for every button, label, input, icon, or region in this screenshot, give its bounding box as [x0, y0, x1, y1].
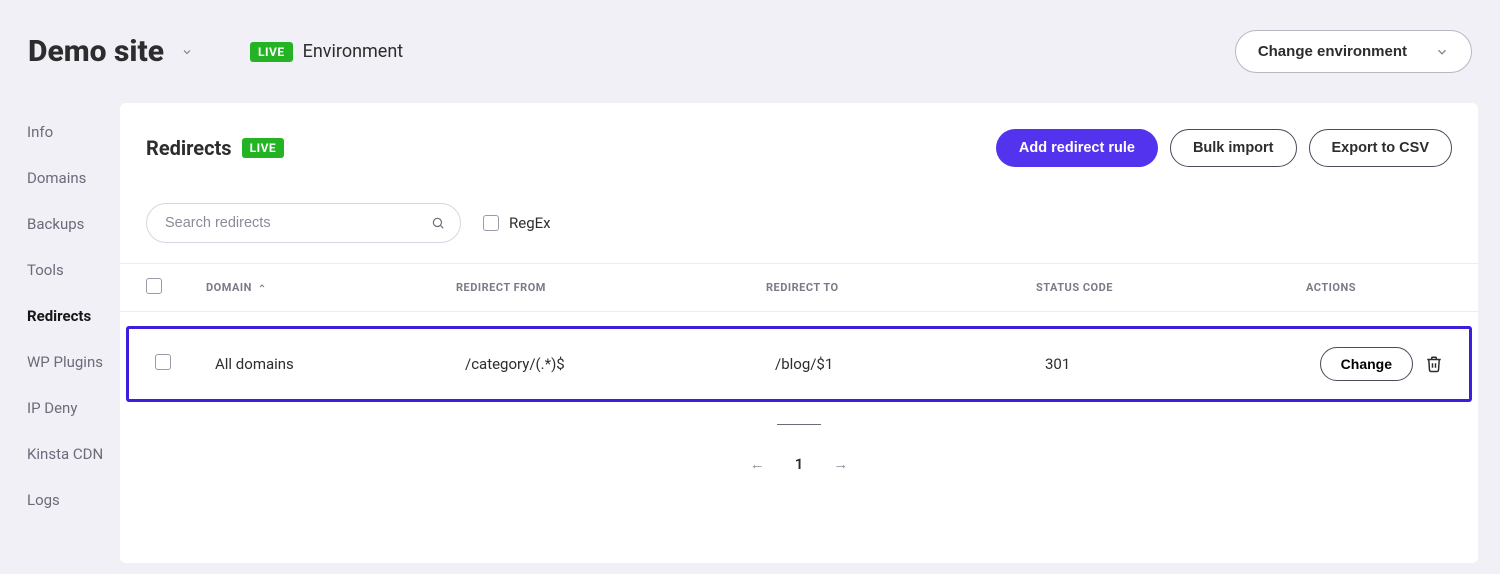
- live-badge: LIVE: [242, 138, 285, 158]
- th-label: Redirect from: [456, 281, 546, 294]
- button-label: Export to CSV: [1332, 140, 1429, 156]
- table-header: Domain Redirect from Redirect to Status …: [120, 263, 1478, 312]
- environment-group: LIVE Environment: [250, 41, 403, 62]
- sidebar-item-kinsta-cdn[interactable]: Kinsta CDN: [27, 445, 120, 463]
- regex-checkbox[interactable]: [483, 215, 499, 231]
- main-panel: Redirects LIVE Add redirect rule Bulk im…: [120, 103, 1478, 563]
- sidebar-item-label: Logs: [27, 491, 60, 509]
- th-actions: Actions: [1306, 281, 1452, 294]
- sidebar: Info Domains Backups Tools Redirects WP …: [0, 103, 120, 509]
- cell-domain: All domains: [215, 355, 465, 373]
- sidebar-item-redirects[interactable]: Redirects: [27, 307, 120, 325]
- sidebar-item-label: WP Plugins: [27, 353, 103, 371]
- bulk-import-button[interactable]: Bulk import: [1170, 129, 1297, 167]
- th-redirect-to[interactable]: Redirect to: [766, 281, 1036, 294]
- pagination: ← 1 →: [120, 424, 1478, 483]
- sidebar-item-logs[interactable]: Logs: [27, 491, 120, 509]
- table-row: All domains /category/(.*)$ /blog/$1 301…: [126, 326, 1472, 402]
- row-checkbox[interactable]: [155, 354, 171, 370]
- regex-label: RegEx: [509, 214, 551, 232]
- sidebar-item-info[interactable]: Info: [27, 123, 120, 141]
- sidebar-item-label: Kinsta CDN: [27, 445, 103, 463]
- panel-title: Redirects LIVE: [146, 136, 284, 160]
- panel-title-text: Redirects: [146, 136, 232, 160]
- th-domain[interactable]: Domain: [206, 281, 456, 294]
- panel-header: Redirects LIVE Add redirect rule Bulk im…: [120, 103, 1478, 185]
- regex-checkbox-wrap[interactable]: RegEx: [483, 214, 551, 232]
- change-environment-label: Change environment: [1258, 43, 1407, 60]
- chevron-down-icon: [1435, 45, 1449, 59]
- th-label: Actions: [1306, 281, 1356, 294]
- sidebar-item-label: Domains: [27, 169, 86, 187]
- search-input[interactable]: [146, 203, 461, 243]
- sidebar-item-backups[interactable]: Backups: [27, 215, 120, 233]
- chevron-down-icon[interactable]: [180, 45, 194, 59]
- current-page: 1: [795, 455, 804, 473]
- cell-redirect-from: /category/(.*)$: [465, 355, 775, 373]
- sidebar-item-ip-deny[interactable]: IP Deny: [27, 399, 120, 417]
- live-badge: LIVE: [250, 42, 293, 62]
- select-all-checkbox[interactable]: [146, 278, 162, 294]
- sidebar-item-wp-plugins[interactable]: WP Plugins: [27, 353, 120, 371]
- th-status-code[interactable]: Status code: [1036, 281, 1306, 294]
- cell-status-code: 301: [1045, 355, 1315, 373]
- th-label: Domain: [206, 281, 252, 294]
- environment-label: Environment: [303, 41, 404, 62]
- th-label: Status code: [1036, 281, 1113, 294]
- sidebar-item-label: Info: [27, 123, 53, 141]
- th-label: Redirect to: [766, 281, 839, 294]
- cell-actions: Change: [1315, 347, 1443, 381]
- select-all-cell: [146, 278, 206, 297]
- sidebar-item-label: Redirects: [27, 307, 91, 325]
- th-redirect-from[interactable]: Redirect from: [456, 281, 766, 294]
- cell-redirect-to: /blog/$1: [775, 355, 1045, 373]
- sidebar-item-domains[interactable]: Domains: [27, 169, 120, 187]
- prev-page-arrow[interactable]: ←: [750, 455, 765, 473]
- site-title: Demo site: [28, 34, 194, 69]
- next-page-arrow[interactable]: →: [833, 455, 848, 473]
- button-label: Bulk import: [1193, 140, 1274, 156]
- filter-row: RegEx: [120, 185, 1478, 263]
- change-environment-button[interactable]: Change environment: [1235, 30, 1472, 73]
- top-bar: Demo site LIVE Environment Change enviro…: [0, 0, 1500, 103]
- add-redirect-button[interactable]: Add redirect rule: [996, 129, 1158, 167]
- sidebar-item-label: Backups: [27, 215, 84, 233]
- button-label: Change: [1341, 356, 1392, 372]
- sidebar-item-label: Tools: [27, 261, 64, 279]
- change-button[interactable]: Change: [1320, 347, 1413, 381]
- row-select-cell: [155, 354, 215, 374]
- trash-icon[interactable]: [1425, 355, 1443, 373]
- panel-actions: Add redirect rule Bulk import Export to …: [996, 129, 1452, 167]
- sidebar-item-tools[interactable]: Tools: [27, 261, 120, 279]
- sidebar-item-label: IP Deny: [27, 399, 77, 417]
- site-title-text: Demo site: [28, 34, 164, 69]
- redirects-table: Domain Redirect from Redirect to Status …: [120, 263, 1478, 402]
- search-wrap: [146, 203, 461, 243]
- search-icon[interactable]: [431, 216, 445, 230]
- button-label: Add redirect rule: [1019, 140, 1135, 156]
- pager-divider: [777, 424, 821, 425]
- sort-arrow-up-icon: [258, 281, 266, 294]
- export-csv-button[interactable]: Export to CSV: [1309, 129, 1452, 167]
